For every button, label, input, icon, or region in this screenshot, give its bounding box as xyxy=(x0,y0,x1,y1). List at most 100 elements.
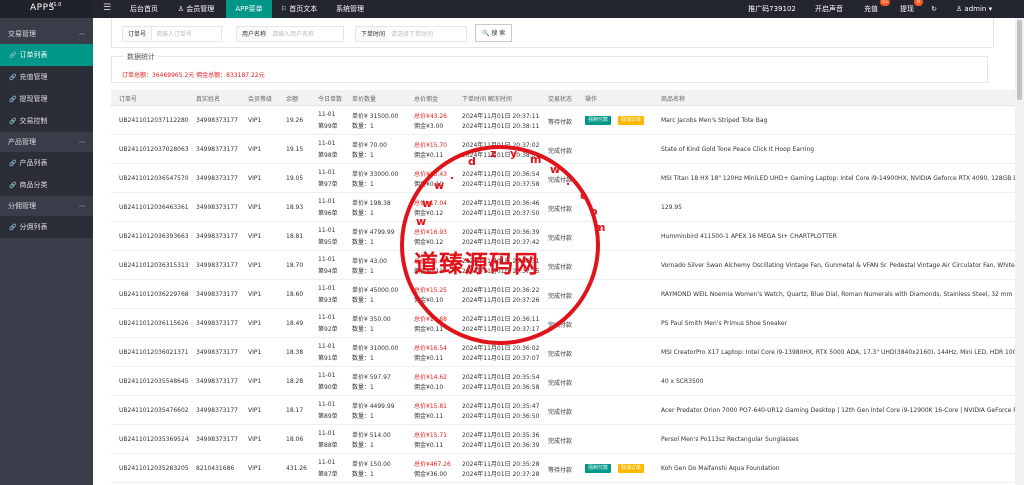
stats-text: 订单总额：36469965.2元 佣金总额：833187.22元 xyxy=(122,72,265,79)
order-no: UB2411012037112280 xyxy=(119,117,189,124)
unfreeze-time: 2024年11月01日 20:36:50 xyxy=(462,413,540,420)
sidebar-item-product-list[interactable]: 🔗 产品列表 xyxy=(0,152,93,174)
balance: 18.49 xyxy=(286,320,304,327)
sidebar-item-categories[interactable]: 🔗 商品分类 xyxy=(0,174,93,196)
scrollbar[interactable] xyxy=(1015,18,1024,485)
sidebar-group-products[interactable]: 产品管理 ︿ xyxy=(0,132,93,152)
search-button[interactable]: 🔍 搜 索 xyxy=(475,24,513,42)
order-time: 2024年11月01日 20:36:31 xyxy=(462,258,540,265)
unit-price: 单价¥ 31000.00 xyxy=(352,345,399,352)
nav-members[interactable]: ♙ 会员管理 xyxy=(168,0,224,18)
user-menu[interactable]: ♙ admin ▾ xyxy=(952,0,996,18)
product-name: Acer Predator Orion 7000 PO7-640-UR12 Ga… xyxy=(661,407,1015,414)
product-name: MSI Titan 18 HX 18" 120Hz MiniLED UHD+ G… xyxy=(661,175,1015,182)
recharge-link[interactable]: 充值 51 xyxy=(856,0,891,18)
cancel-order-button[interactable]: 取消订单 xyxy=(618,464,645,473)
sidebar-group-trade[interactable]: 交易管理 ︿ xyxy=(0,24,93,44)
username-label: 用户名称 xyxy=(236,26,273,42)
real-name: 34998373177 xyxy=(196,349,238,356)
nav-home-text[interactable]: ⚐ 首页文本 xyxy=(273,0,325,18)
refresh-icon[interactable]: ↻ xyxy=(926,0,942,18)
order-no: UB2411012036463361 xyxy=(119,204,189,211)
table-row[interactable]: UB2411012036315313 34998373177 VIP1 18.70 11… xyxy=(111,251,1015,280)
order-date: 11-01 xyxy=(318,227,336,234)
force-pay-button[interactable]: 强制付款 xyxy=(585,464,612,473)
commission: 佣金¥0.11 xyxy=(414,413,444,420)
time-input[interactable]: 请选择下单时间 xyxy=(387,26,467,42)
unit-price: 单价¥ 33000.00 xyxy=(352,171,399,178)
table-row[interactable]: UB2411012035548645 34998373177 VIP1 18.28 11… xyxy=(111,367,1015,396)
menu-toggle-icon[interactable]: ☰ xyxy=(103,3,111,13)
table-row[interactable]: UB2411012036393663 34998373177 VIP1 18.81 11… xyxy=(111,222,1015,251)
unit-price: 单价¥ 198.38 xyxy=(352,200,391,207)
commission: 佣金¥36.00 xyxy=(414,471,447,478)
sidebar-group-label: 产品管理 xyxy=(8,138,36,146)
order-date: 11-01 xyxy=(318,372,336,379)
sidebar: 交易管理 ︿ 🔗 订单列表 🔗 充值管理 🔗 提现管理 🔗 交易控制 产品管理 ︿ 🔗 产品列… xyxy=(0,18,93,485)
trade-status: 等待付款 xyxy=(548,467,573,474)
sidebar-item-trade-control[interactable]: 🔗 交易控制 xyxy=(0,110,93,132)
order-no-input[interactable]: 请输入订单号 xyxy=(152,26,222,42)
table-row[interactable]: UB2411012037112280 34998373177 VIP1 19.26 11… xyxy=(111,106,1015,135)
order-date: 11-01 xyxy=(318,169,336,176)
trade-status: 完成付款 xyxy=(548,148,573,155)
order-count: 第93单 xyxy=(318,297,338,304)
nav-home[interactable]: 后台首页 xyxy=(120,0,168,18)
order-time: 2024年11月01日 20:36:11 xyxy=(462,316,540,323)
sidebar-item-label: 产品列表 xyxy=(19,159,48,167)
sidebar-item-commission-list[interactable]: 🔗 分佣列表 xyxy=(0,216,93,238)
commission: 佣金¥0.10 xyxy=(414,181,444,188)
sidebar-item-orders[interactable]: 🔗 订单列表 xyxy=(0,44,93,66)
username-input[interactable]: 请输入用户名称 xyxy=(268,26,344,42)
order-count: 第90单 xyxy=(318,384,338,391)
commission: 佣金¥0.11 xyxy=(414,326,444,333)
product-name: Humminbird 411500-1 APEX 16 MEGA SI+ CHA… xyxy=(661,233,837,240)
order-no-label: 订单号 xyxy=(122,26,153,42)
member-level: VIP1 xyxy=(248,465,262,472)
real-name: 34998373177 xyxy=(196,320,238,327)
total-price: 总价¥14.68 xyxy=(414,316,447,323)
sidebar-item-withdraw[interactable]: 🔗 提现管理 xyxy=(0,88,93,110)
table-row[interactable]: UB2411012035476602 34998373177 VIP1 18.17 11… xyxy=(111,396,1015,425)
order-date: 11-01 xyxy=(318,401,336,408)
table-row[interactable]: UB2411012035283205 8210431686 VIP1 431.26 11… xyxy=(111,454,1015,483)
table-row[interactable]: UB2411012036021371 34998373177 VIP1 18.38 11… xyxy=(111,338,1015,367)
table-row[interactable]: UB2411012036547570 34998373177 VIP1 19.05 11… xyxy=(111,164,1015,193)
sidebar-group-commission[interactable]: 分佣管理 ︿ xyxy=(0,196,93,216)
table-row[interactable]: UB2411012037028063 34998373177 VIP1 19.15 11… xyxy=(111,135,1015,164)
member-level: VIP1 xyxy=(248,349,262,356)
order-date: 11-01 xyxy=(318,430,336,437)
member-level: VIP1 xyxy=(248,436,262,443)
app-logo[interactable]: APPS V1.0 xyxy=(0,0,93,18)
product-name: Koh Gen Do Maifanshi Aqua Foundation xyxy=(661,465,780,472)
table-row[interactable]: UB2411012035369524 34998373177 VIP1 18.06 11… xyxy=(111,425,1015,454)
order-no: UB2411012036547570 xyxy=(119,175,189,182)
order-time: 2024年11月01日 20:35:36 xyxy=(462,432,540,439)
table-row[interactable]: UB2411012036463361 34998373177 VIP1 18.93 11… xyxy=(111,193,1015,222)
unfreeze-time: 2024年11月01日 20:37:50 xyxy=(462,210,540,217)
unit-price: 单价¥ 597.97 xyxy=(352,374,391,381)
withdraw-link[interactable]: 提现 8 xyxy=(892,0,923,18)
sidebar-item-label: 交易控制 xyxy=(19,117,48,125)
sound-toggle[interactable]: 开启声音 xyxy=(808,0,850,18)
table-row[interactable]: UB2411012036115626 34998373177 VIP1 18.49 11… xyxy=(111,309,1015,338)
nav-system[interactable]: 系统管理 xyxy=(327,0,373,18)
force-pay-button[interactable]: 强制付款 xyxy=(585,116,612,125)
product-name: 40 x SCR3500 xyxy=(661,378,704,385)
order-date: 11-01 xyxy=(318,343,336,350)
nav-app-menu[interactable]: APP菜单 xyxy=(226,0,272,18)
sidebar-item-recharge[interactable]: 🔗 充值管理 xyxy=(0,66,93,88)
invite-code[interactable]: 推广码739102 xyxy=(742,0,802,18)
commission: 佣金¥0.12 xyxy=(414,210,444,217)
commission: 佣金¥0.11 xyxy=(414,355,444,362)
balance: 19.26 xyxy=(286,117,304,124)
top-navbar: APPS V1.0 ☰ 后台首页 ♙ 会员管理 APP菜单 ⚐ 首页文本 系统管… xyxy=(0,0,1024,18)
order-time: 2024年11月01日 20:35:54 xyxy=(462,374,540,381)
unfreeze-time: 2024年11月01日 20:37:28 xyxy=(462,471,540,478)
cancel-order-button[interactable]: 取消订单 xyxy=(618,116,645,125)
scrollbar-thumb[interactable] xyxy=(1017,20,1022,100)
member-level: VIP1 xyxy=(248,291,262,298)
chevron-up-icon: ︿ xyxy=(78,138,85,145)
table-row[interactable]: UB2411012036229768 34998373177 VIP1 18.60 11… xyxy=(111,280,1015,309)
balance: 18.70 xyxy=(286,262,304,269)
